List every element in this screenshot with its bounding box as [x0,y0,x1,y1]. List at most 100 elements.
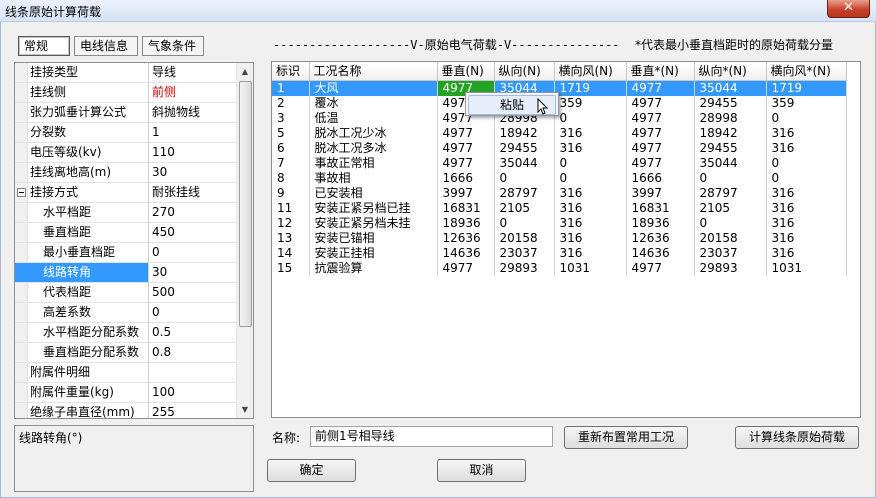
table-cell[interactable]: 0 [494,170,555,186]
table-cell[interactable]: 23037 [694,245,767,261]
property-row[interactable]: 挂线侧 前侧 [15,83,238,103]
table-cell[interactable]: 28998 [694,110,767,126]
table-cell[interactable]: 2105 [494,200,555,216]
property-value[interactable]: 导线 [149,63,238,83]
table-cell[interactable]: 低温 [309,110,438,126]
table-cell[interactable]: 359 [766,95,847,111]
table-cell[interactable]: 316 [766,125,847,141]
tab-general[interactable]: 常规 [18,36,70,56]
property-row[interactable]: 张力弧垂计算公式 斜抛物线 [15,103,238,123]
table-cell[interactable]: 29893 [694,260,767,276]
property-scrollbar[interactable]: ▲ ▼ [236,63,253,418]
property-value[interactable]: 270 [149,203,238,223]
table-cell[interactable]: 28797 [494,185,555,201]
table-cell[interactable]: 35044 [694,80,767,96]
table-cell[interactable]: 4977 [437,155,495,171]
table-cell[interactable]: 316 [554,125,627,141]
name-input[interactable]: 前侧1号相导线 [310,426,553,447]
table-cell[interactable]: 6 [272,140,310,156]
table-cell[interactable]: 0 [766,155,847,171]
property-row[interactable]: 分裂数 1 [15,123,238,143]
table-cell[interactable]: 4977 [626,140,695,156]
table-cell[interactable]: 3997 [437,185,495,201]
column-header[interactable]: 纵向*(N) [694,62,767,81]
table-row[interactable]: 7 事故正常相 4977 35044 0 4977 35044 0 [272,155,847,171]
table-cell[interactable]: 事故正常相 [309,155,438,171]
table-cell[interactable]: 28797 [694,185,767,201]
table-cell[interactable]: 20158 [494,230,555,246]
table-cell[interactable]: 316 [554,140,627,156]
table-cell[interactable]: 18936 [626,215,695,231]
property-value[interactable]: 110 [149,143,238,163]
table-cell[interactable]: 安装已锚相 [309,230,438,246]
table-cell[interactable]: 29455 [694,140,767,156]
property-value[interactable]: 斜抛物线 [149,103,238,123]
calculate-load-button[interactable]: 计算线条原始荷载 [735,426,859,449]
table-cell[interactable]: 14636 [437,245,495,261]
table-cell[interactable]: 16831 [437,200,495,216]
table-cell[interactable]: 4977 [626,110,695,126]
table-cell[interactable]: 1 [272,80,310,96]
property-row[interactable]: 高差系数 0 [15,303,238,323]
table-cell[interactable]: 事故相 [309,170,438,186]
table-row[interactable]: 6 脱冰工况多冰 4977 29455 316 4977 29455 316 [272,140,847,156]
table-cell[interactable]: 12636 [626,230,695,246]
scroll-up-icon[interactable]: ▲ [237,63,253,80]
column-header[interactable]: 标识 [272,62,310,81]
table-cell[interactable]: 13 [272,230,310,246]
table-cell[interactable]: 20158 [694,230,767,246]
table-cell[interactable]: 1031 [554,260,627,276]
table-cell[interactable]: 4977 [437,125,495,141]
table-cell[interactable]: 已安装相 [309,185,438,201]
table-cell[interactable]: 安装正挂相 [309,245,438,261]
table-cell[interactable]: 4977 [626,260,695,276]
property-row[interactable]: 附属件重量(kg) 100 [15,383,238,403]
tab-weather[interactable]: 气象条件 [142,36,204,56]
table-cell[interactable]: 0 [766,110,847,126]
table-cell[interactable]: 4977 [437,260,495,276]
column-header[interactable]: 横向风*(N) [766,62,847,81]
table-cell[interactable]: 14636 [626,245,695,261]
table-cell[interactable]: 316 [554,200,627,216]
property-value[interactable]: 0.5 [149,323,238,343]
table-cell[interactable]: 1031 [766,260,847,276]
table-cell[interactable]: 0 [694,215,767,231]
table-cell[interactable]: 2105 [694,200,767,216]
property-value[interactable]: 500 [149,283,238,303]
tab-wire-info[interactable]: 电线信息 [74,36,138,56]
property-row[interactable]: 垂直档距分配系数 0.8 [15,343,238,363]
table-cell[interactable]: 0 [766,170,847,186]
table-cell[interactable]: 1666 [626,170,695,186]
table-cell[interactable]: 35044 [694,155,767,171]
scroll-thumb[interactable] [239,81,252,327]
property-value[interactable]: 0.8 [149,343,238,363]
table-cell[interactable]: 316 [766,245,847,261]
property-value[interactable]: 耐张挂线 [149,183,238,203]
property-row[interactable]: 附属件明细 [15,363,238,383]
table-cell[interactable]: 大风 [309,80,438,96]
property-row[interactable]: 最小垂直档距 0 [15,243,238,263]
table-cell[interactable]: 14 [272,245,310,261]
table-cell[interactable]: 12636 [437,230,495,246]
property-value[interactable]: 0 [149,243,238,263]
property-value[interactable]: 100 [149,383,238,403]
property-value[interactable]: 450 [149,223,238,243]
table-row[interactable]: 15 抗震验算 4977 29893 1031 4977 29893 1031 [272,260,847,276]
table-cell[interactable]: 316 [766,185,847,201]
table-cell[interactable]: 0 [554,110,627,126]
table-cell[interactable]: 12 [272,215,310,231]
table-cell[interactable]: 3997 [626,185,695,201]
property-value[interactable]: 1 [149,123,238,143]
table-cell[interactable]: 29455 [494,140,555,156]
table-cell[interactable]: 23037 [494,245,555,261]
property-value[interactable]: 0 [149,303,238,323]
table-cell[interactable]: 覆冰 [309,95,438,111]
table-cell[interactable]: 9 [272,185,310,201]
table-cell[interactable]: 316 [766,140,847,156]
property-row[interactable]: 挂线离地高(m) 30 [15,163,238,183]
table-cell[interactable]: 15 [272,260,310,276]
table-cell[interactable]: 4977 [626,125,695,141]
table-cell[interactable]: 8 [272,170,310,186]
table-cell[interactable]: 4977 [626,80,695,96]
property-row[interactable]: 水平档距 270 [15,203,238,223]
